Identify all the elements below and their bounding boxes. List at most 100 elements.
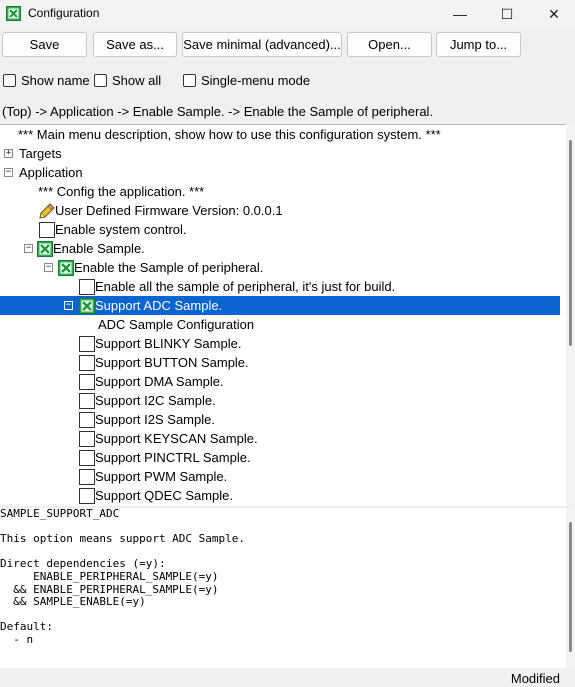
help-text-panel: SAMPLE_SUPPORT_ADC This option means supp… [0, 508, 575, 668]
unchecked-checkbox-icon[interactable] [79, 468, 95, 485]
close-icon: ✕ [548, 5, 560, 22]
unchecked-checkbox-icon[interactable] [79, 335, 95, 352]
unchecked-checkbox-icon[interactable] [79, 411, 95, 428]
tree-item-targets[interactable]: + Targets [4, 144, 564, 163]
single-menu-checkbox[interactable] [183, 73, 196, 87]
tree-item-label: Support BLINKY Sample. [95, 336, 242, 351]
tree-item-label: Support QDEC Sample. [95, 488, 234, 503]
tree-item-label: Support I2S Sample. [95, 412, 215, 427]
tree-item-label: Enable the Sample of peripheral. [74, 260, 264, 275]
breadcrumb: (Top) -> Application -> Enable Sample. -… [2, 104, 434, 119]
tree-item-label: Support KEYSCAN Sample. [95, 431, 258, 446]
unchecked-checkbox-icon[interactable] [39, 221, 55, 238]
tree-item-qdec[interactable]: Support QDEC Sample. [79, 486, 575, 505]
tree-item-main-desc[interactable]: *** Main menu description, show how to u… [18, 125, 575, 144]
tree-item-i2c[interactable]: Support I2C Sample. [79, 391, 575, 410]
checked-x-icon[interactable] [79, 297, 95, 314]
tree-item-firmware-version[interactable]: User Defined Firmware Version: 0.0.0.1 [39, 201, 575, 220]
collapse-minus-icon[interactable]: − [24, 244, 33, 253]
tree-item-label: Support PWM Sample. [95, 469, 228, 484]
config-tree[interactable]: *** Main menu description, show how to u… [0, 124, 575, 506]
collapse-minus-icon[interactable]: − [44, 263, 53, 272]
tree-item-enable-peripheral-sample[interactable]: − Enable the Sample of peripheral. [44, 258, 575, 277]
info-line: && SAMPLE_ENABLE(=y) [0, 595, 146, 609]
show-name-label: Show name [21, 72, 90, 88]
tree-item-label: ADC Sample Configuration [98, 317, 255, 332]
tree-item-label: Enable system control. [55, 222, 187, 237]
tree-item-keyscan[interactable]: Support KEYSCAN Sample. [79, 429, 575, 448]
tree-item-pwm[interactable]: Support PWM Sample. [79, 467, 575, 486]
toolbar: Save Save as... Save minimal (advanced).… [0, 32, 575, 58]
tree-item-dma[interactable]: Support DMA Sample. [79, 372, 575, 391]
open-button[interactable]: Open... [347, 32, 432, 57]
app-icon [6, 6, 21, 21]
tree-item-config-app[interactable]: *** Config the application. *** [38, 182, 575, 201]
single-menu-label: Single-menu mode [201, 72, 311, 88]
tree-scrollbar[interactable] [566, 124, 575, 506]
pencil-edit-icon [39, 202, 55, 219]
unchecked-checkbox-icon[interactable] [79, 487, 95, 504]
view-options: Show name Show all Single-menu mode [0, 70, 575, 90]
status-bar: Modified [0, 668, 575, 687]
info-scrollbar-thumb[interactable] [569, 522, 572, 652]
tree-item-enable-sample[interactable]: − Enable Sample. [24, 239, 575, 258]
tree-item-enable-system-control[interactable]: Enable system control. [39, 220, 575, 239]
show-name-checkbox[interactable] [3, 73, 16, 87]
info-line: - n [0, 632, 34, 646]
unchecked-checkbox-icon[interactable] [79, 449, 95, 466]
save-as-button[interactable]: Save as... [93, 32, 177, 57]
unchecked-checkbox-icon[interactable] [79, 278, 95, 295]
info-line: Default: [0, 620, 53, 634]
unchecked-checkbox-icon[interactable] [79, 373, 95, 390]
window-title: Configuration [28, 6, 100, 20]
tree-item-blinky[interactable]: Support BLINKY Sample. [79, 334, 575, 353]
tree-item-pinctrl[interactable]: Support PINCTRL Sample. [79, 448, 575, 467]
info-line: SAMPLE_SUPPORT_ADC [0, 508, 120, 520]
tree-item-label: Application [19, 165, 83, 180]
tree-item-label: Support DMA Sample. [95, 374, 224, 389]
checked-x-icon[interactable] [37, 240, 53, 257]
tree-item-button[interactable]: Support BUTTON Sample. [79, 353, 575, 372]
show-all-option[interactable]: Show all [94, 70, 161, 90]
tree-item-label: User Defined Firmware Version: 0.0.0.1 [55, 203, 283, 218]
tree-item-label: Enable Sample. [53, 241, 145, 256]
info-line [0, 609, 575, 622]
tree-item-i2s[interactable]: Support I2S Sample. [79, 410, 575, 429]
unchecked-checkbox-icon[interactable] [79, 392, 95, 409]
minimize-icon: — [453, 6, 467, 22]
minimize-button[interactable]: — [437, 0, 483, 28]
show-all-checkbox[interactable] [94, 73, 107, 87]
tree-item-label: *** Config the application. *** [38, 184, 205, 199]
collapse-minus-icon[interactable]: − [64, 301, 73, 310]
checked-x-icon[interactable] [58, 259, 74, 276]
tree-item-label: Targets [19, 146, 62, 161]
maximize-icon: ☐ [500, 5, 514, 22]
tree-scrollbar-thumb[interactable] [569, 140, 572, 346]
collapse-minus-icon[interactable]: − [4, 168, 13, 177]
info-scrollbar[interactable] [566, 508, 575, 668]
info-line: This option means support ADC Sample. [0, 532, 246, 546]
show-name-option[interactable]: Show name [3, 70, 90, 90]
tree-item-enable-all[interactable]: Enable all the sample of peripheral, it'… [79, 277, 575, 296]
tree-item-adc-config[interactable]: ADC Sample Configuration [98, 315, 575, 334]
unchecked-checkbox-icon[interactable] [79, 354, 95, 371]
status-text: Modified [510, 671, 560, 686]
tree-item-application[interactable]: − Application [4, 163, 564, 182]
title-bar: Configuration — ☐ ✕ [0, 0, 575, 28]
tree-item-label: Support I2C Sample. [95, 393, 216, 408]
tree-item-label: Support PINCTRL Sample. [95, 450, 251, 465]
maximize-button[interactable]: ☐ [484, 0, 530, 28]
tree-item-label: *** Main menu description, show how to u… [18, 127, 441, 142]
single-menu-option[interactable]: Single-menu mode [183, 70, 310, 90]
expand-plus-icon[interactable]: + [4, 149, 13, 158]
unchecked-checkbox-icon[interactable] [79, 430, 95, 447]
tree-item-label: Support BUTTON Sample. [95, 355, 249, 370]
save-button[interactable]: Save [2, 32, 87, 57]
show-all-label: Show all [112, 72, 162, 88]
close-button[interactable]: ✕ [531, 0, 575, 28]
tree-item-label: Enable all the sample of peripheral, it'… [95, 279, 396, 294]
tree-item-support-adc[interactable]: − Support ADC Sample. [0, 296, 560, 315]
tree-item-label: Support ADC Sample. [95, 298, 223, 313]
save-minimal-button[interactable]: Save minimal (advanced)... [182, 32, 342, 57]
jump-to-button[interactable]: Jump to... [436, 32, 521, 57]
